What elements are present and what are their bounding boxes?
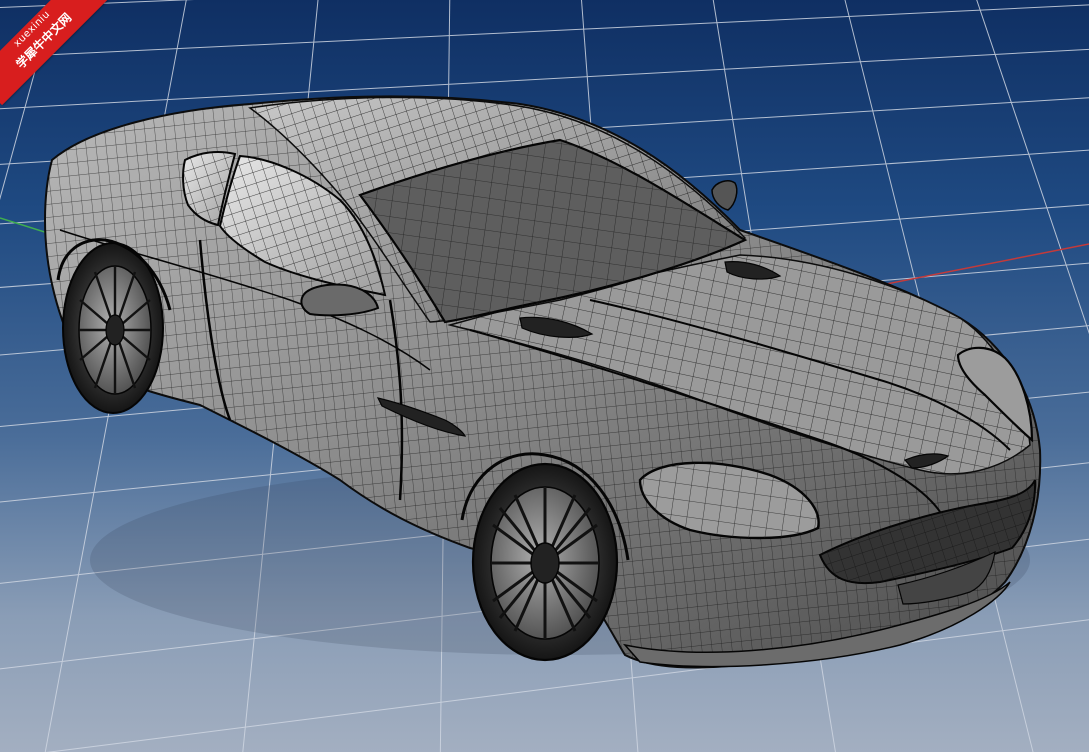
perspective-viewport[interactable]: xuexiniu 学犀牛中文网 xyxy=(0,0,1089,752)
front-wheel[interactable] xyxy=(471,462,619,662)
rear-wheel[interactable] xyxy=(62,242,164,414)
viewport-scene[interactable] xyxy=(0,0,1089,752)
